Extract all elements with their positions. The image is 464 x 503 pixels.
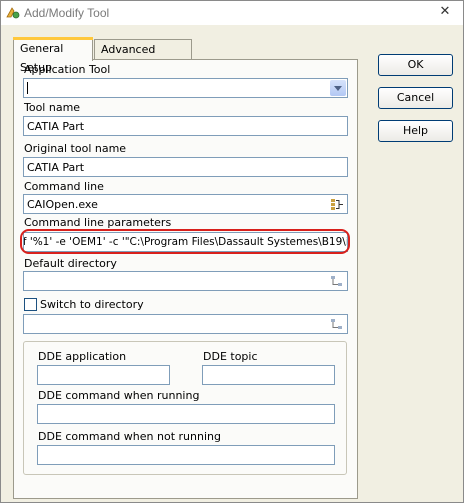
tab-advanced-setup[interactable]: Advanced Setup (94, 39, 192, 75)
dde-application-input[interactable] (37, 365, 170, 385)
application-tool-label: Application Tool (24, 63, 111, 76)
command-line-parameters-label: Command line parameters (24, 216, 172, 229)
add-modify-tool-dialog: Add/Modify Tool ✕ General Setup Advanced… (0, 0, 464, 503)
dde-command-not-running-input[interactable] (37, 445, 335, 465)
title-bar: Add/Modify Tool ✕ (1, 1, 463, 25)
tool-name-value: CATIA Part (27, 120, 85, 133)
command-line-value: CAIOpen.exe (27, 198, 98, 211)
dde-topic-label: DDE topic (203, 350, 258, 363)
tool-name-label: Tool name (24, 101, 81, 114)
folder-browse-icon[interactable] (330, 274, 344, 288)
dde-application-label: DDE application (38, 350, 127, 363)
cancel-button[interactable]: Cancel (378, 87, 453, 109)
switch-to-directory-label: Switch to directory (40, 298, 144, 311)
close-icon[interactable]: ✕ (437, 4, 453, 20)
default-directory-label: Default directory (24, 257, 117, 270)
original-tool-name-label: Original tool name (24, 142, 127, 155)
tab-general-setup[interactable]: General Setup (13, 37, 93, 74)
dde-topic-input[interactable] (202, 365, 335, 385)
dde-command-not-running-label: DDE command when not running (38, 430, 221, 443)
window-title: Add/Modify Tool (24, 6, 110, 20)
dde-command-running-label: DDE command when running (38, 389, 200, 402)
chevron-down-icon[interactable] (330, 80, 346, 96)
application-tool-select[interactable] (23, 78, 348, 98)
text-caret (27, 82, 28, 94)
original-tool-name-value: CATIA Part (27, 161, 85, 174)
folder-browse-icon[interactable] (330, 197, 344, 211)
switch-to-directory-checkbox[interactable] (24, 298, 37, 311)
app-tool-icon (6, 7, 20, 19)
command-line-label: Command line (24, 180, 104, 193)
switch-to-directory-input[interactable] (23, 314, 348, 334)
ok-button[interactable]: OK (378, 54, 453, 76)
command-line-input[interactable]: CAIOpen.exe (23, 194, 348, 214)
dde-command-running-input[interactable] (37, 404, 335, 424)
folder-browse-icon[interactable] (330, 317, 344, 331)
red-highlight-outline (20, 229, 350, 254)
help-button[interactable]: Help (378, 120, 453, 142)
tool-name-input[interactable]: CATIA Part (23, 116, 348, 136)
original-tool-name-input[interactable]: CATIA Part (23, 157, 348, 177)
default-directory-input[interactable] (23, 271, 348, 291)
